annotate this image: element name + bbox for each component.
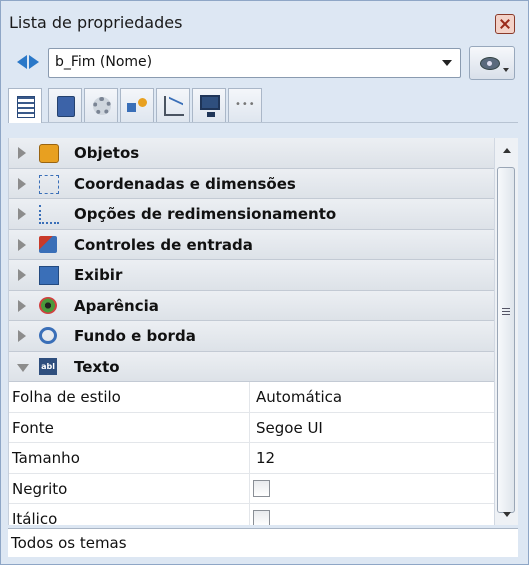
category-label: Controles de entrada: [74, 235, 253, 254]
expand-arrow-icon[interactable]: [18, 208, 26, 220]
expand-arrow-icon[interactable]: [18, 299, 26, 312]
coordinates-icon: [39, 174, 59, 194]
display-icon: [39, 266, 59, 285]
tab-list[interactable]: [8, 88, 42, 123]
property-value[interactable]: Segoe UI: [256, 419, 323, 437]
category-objetos[interactable]: Objetos: [9, 138, 495, 169]
gear-icon: [93, 97, 111, 115]
category-label: Exibir: [74, 266, 123, 284]
scrollbar-thumb[interactable]: [497, 167, 515, 513]
property-name: Negrito: [12, 479, 68, 498]
document-icon: [57, 96, 75, 117]
property-row-tamanho[interactable]: Tamanho 12: [9, 443, 495, 474]
text-icon: abl: [39, 357, 57, 375]
background-border-icon: [39, 327, 57, 344]
monitor-icon: [200, 95, 220, 117]
eye-icon: [39, 296, 57, 314]
property-value[interactable]: Automática: [256, 388, 342, 406]
italic-checkbox[interactable]: [253, 510, 270, 525]
expand-arrow-icon[interactable]: [18, 147, 26, 159]
tab-more[interactable]: •••: [228, 88, 262, 122]
window-title: Lista de propriedades: [9, 13, 183, 32]
bold-checkbox[interactable]: [253, 479, 270, 497]
title-bar: Lista de propriedades: [1, 1, 528, 47]
input-controls-icon: [39, 235, 57, 253]
vertical-scrollbar[interactable]: [494, 138, 518, 525]
list-icon: [17, 96, 35, 118]
navigate-arrows-icon[interactable]: [15, 55, 43, 71]
expand-arrow-icon[interactable]: [18, 177, 26, 190]
close-icon[interactable]: [495, 14, 515, 34]
property-name: Fonte: [12, 418, 54, 437]
object-selector-value: b_Fim (Nome): [55, 54, 153, 70]
property-grid: Objetos Coordenadas e dimensões Opções d…: [8, 138, 495, 525]
category-label: Coordenadas e dimensões: [74, 174, 296, 193]
view-options-button[interactable]: [469, 46, 515, 80]
cube-icon: [39, 144, 59, 163]
property-row-fonte[interactable]: Fonte Segoe UI: [9, 412, 495, 443]
chart-icon: [164, 96, 184, 116]
category-controles[interactable]: Controles de entrada: [9, 229, 495, 260]
category-tabs: •••: [8, 88, 518, 123]
tab-chart[interactable]: [156, 88, 190, 122]
property-list-window: Lista de propriedades b_Fim (Nome) ••• O…: [0, 0, 529, 565]
property-value[interactable]: 12: [256, 449, 275, 467]
category-label: Opções de redimensionamento: [74, 205, 337, 223]
scroll-up-icon[interactable]: [503, 148, 511, 153]
expand-arrow-icon[interactable]: [18, 330, 26, 342]
shapes-icon: [127, 97, 149, 115]
tab-document[interactable]: [48, 88, 82, 122]
tab-monitor[interactable]: [192, 88, 226, 122]
property-name: Tamanho: [12, 449, 80, 467]
category-coordenadas[interactable]: Coordenadas e dimensões: [9, 168, 495, 199]
collapse-arrow-icon[interactable]: [17, 363, 29, 372]
tab-shapes[interactable]: [120, 88, 154, 122]
property-row-italico[interactable]: Itálico: [9, 504, 495, 525]
expand-arrow-icon[interactable]: [18, 238, 26, 251]
category-label: Aparência: [74, 296, 159, 315]
object-selector-dropdown[interactable]: b_Fim (Nome): [48, 48, 461, 78]
category-exibir[interactable]: Exibir: [9, 260, 495, 291]
scroll-down-icon[interactable]: [503, 512, 511, 517]
tab-settings[interactable]: [84, 88, 118, 122]
category-aparencia[interactable]: Aparência: [9, 290, 495, 321]
status-text: Todos os temas: [11, 534, 127, 552]
dropdown-arrow-icon: [503, 68, 509, 72]
chevron-down-icon: [442, 60, 452, 66]
eye-icon: [480, 57, 500, 70]
category-label: Fundo e borda: [74, 327, 196, 345]
category-redimensionamento[interactable]: Opções de redimensionamento: [9, 199, 495, 230]
property-row-folha-de-estilo[interactable]: Folha de estilo Automática: [9, 382, 495, 413]
property-row-negrito[interactable]: Negrito: [9, 473, 495, 504]
status-bar: Todos os temas: [8, 528, 518, 557]
property-name: Itálico: [12, 510, 58, 525]
resize-icon: [39, 205, 59, 224]
more-icon: •••: [235, 99, 256, 110]
category-label: Objetos: [74, 144, 140, 162]
property-name: Folha de estilo: [12, 388, 121, 406]
category-texto[interactable]: abl Texto: [9, 351, 495, 382]
expand-arrow-icon[interactable]: [18, 269, 26, 281]
category-label: Texto: [74, 357, 120, 376]
category-fundo-borda[interactable]: Fundo e borda: [9, 321, 495, 352]
